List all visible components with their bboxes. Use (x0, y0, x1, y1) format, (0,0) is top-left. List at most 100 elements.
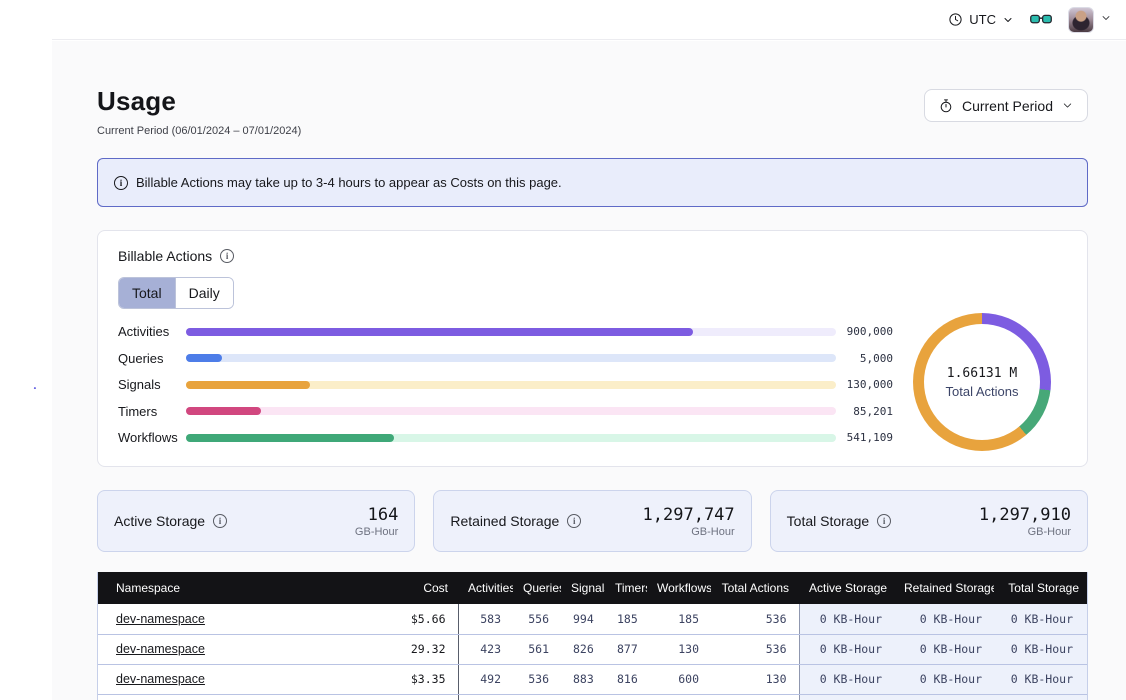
billing-card-button[interactable] (12, 251, 52, 277)
bar-track (186, 354, 836, 362)
tab-daily[interactable]: Daily (175, 278, 233, 308)
layers-button[interactable] (12, 124, 52, 150)
storage-card-value: 1,297,910 (979, 505, 1071, 525)
chevron-down-icon (1002, 14, 1014, 26)
storage-card-value: 164 (355, 505, 398, 525)
sidebar-group-help (12, 322, 52, 404)
collapse-chevron-button[interactable] (12, 40, 52, 66)
table-cell: 0 KB-Hour (799, 604, 894, 634)
gauge-icon (23, 227, 41, 245)
docs-icon (24, 355, 41, 372)
table-cell: 816 (605, 664, 647, 694)
glasses-icon[interactable] (1030, 13, 1052, 27)
bar-value: 900,000 (836, 325, 893, 338)
info-icon: i (114, 176, 128, 190)
layers-icon (24, 129, 41, 146)
table-row: dev-namespace$3.354925368838166001300 KB… (98, 664, 1088, 694)
gear-button[interactable] (12, 279, 52, 305)
table-cell (994, 694, 1088, 700)
lifebuoy-button[interactable] (12, 322, 52, 348)
column-header: Cost (383, 572, 458, 604)
storage-card-label: Active Storage (114, 513, 205, 529)
bar-row: Timers85,201 (118, 407, 893, 416)
table-cell: 536 (711, 634, 799, 664)
info-icon[interactable]: i (220, 249, 234, 263)
namespace-cell (98, 694, 383, 700)
table-cell: 877 (605, 634, 647, 664)
table-cell: 130 (647, 634, 711, 664)
bar-track (186, 434, 836, 442)
table-cell: 536 (513, 664, 561, 694)
gear-icon (23, 283, 41, 301)
namespace-cell: dev-namespace (98, 664, 383, 694)
bar-row: Queries5,000 (118, 354, 893, 363)
cube-button[interactable] (12, 152, 52, 178)
flask-icon (24, 601, 41, 618)
billable-actions-card: Billable Actions i TotalDaily Activities… (97, 230, 1088, 467)
info-icon[interactable]: i (567, 514, 581, 528)
history-button[interactable] (12, 96, 52, 122)
table-cell: 0 KB-Hour (894, 664, 994, 694)
bar-fill (186, 381, 310, 389)
page-title: Usage (97, 86, 176, 117)
table-cell: 185 (647, 604, 711, 634)
temporal-logo[interactable]: ✥ (12, 6, 52, 40)
bar-value: 85,201 (836, 405, 893, 418)
sun-button[interactable] (12, 626, 52, 652)
table-cell (894, 694, 994, 700)
table-row: dev-namespace29.324235618268771305360 KB… (98, 634, 1088, 664)
eye-button[interactable] (12, 68, 52, 94)
table-cell (605, 694, 647, 700)
asterisk-icon (24, 185, 41, 202)
bar-fill (186, 354, 222, 362)
info-banner-text: Billable Actions may take up to 3-4 hour… (136, 175, 562, 190)
sun-icon (24, 631, 41, 648)
sidebar-divider (12, 313, 52, 314)
lifebuoy-icon (23, 326, 41, 344)
docs-button[interactable] (12, 350, 52, 376)
dollar-coin-button[interactable]: $ (17, 656, 47, 686)
storage-cards-row: Active Storagei164GB-HourRetained Storag… (97, 490, 1088, 552)
table-row: dev-namespace$5.665835569941851855360 KB… (98, 604, 1088, 634)
asterisk-button[interactable] (12, 180, 52, 206)
bar-fill (186, 434, 394, 442)
bar-track (186, 381, 836, 389)
storage-card: Total Storagei1,297,910GB-Hour (770, 490, 1088, 552)
bar-label: Activities (118, 324, 186, 339)
billable-bars-chart: Activities900,000Queries5,000Signals130,… (118, 327, 893, 442)
cube-icon (24, 157, 41, 174)
table-cell: $5.66 (383, 604, 458, 634)
column-header: Workflows (647, 572, 711, 604)
table-cell: 0 KB-Hour (894, 604, 994, 634)
info-icon[interactable]: i (877, 514, 891, 528)
namespace-link[interactable]: dev-namespace (116, 672, 205, 686)
namespace-link[interactable]: dev-namespace (116, 642, 205, 656)
tab-total[interactable]: Total (119, 278, 175, 308)
gauge-button[interactable] (12, 223, 52, 249)
info-banner: i Billable Actions may take up to 3-4 ho… (97, 158, 1088, 207)
rocket-button[interactable] (12, 378, 52, 404)
column-header: Total Actions (711, 572, 799, 604)
user-menu[interactable] (1068, 7, 1112, 33)
column-header: Total Storage (994, 572, 1088, 604)
namespace-cell: dev-namespace (98, 634, 383, 664)
table-cell (799, 694, 894, 700)
namespace-link[interactable]: dev-namespace (116, 612, 205, 626)
flask-button[interactable] (12, 596, 52, 622)
donut-total-value: 1.66131 M (947, 366, 1017, 381)
table-cell: 130 (711, 664, 799, 694)
sidebar-group-top (12, 40, 52, 206)
info-icon[interactable]: i (213, 514, 227, 528)
usage-table: NamespaceCostActivitiesQueriesSignalsTim… (98, 572, 1088, 700)
period-dropdown-button[interactable]: Current Period (924, 89, 1088, 122)
table-cell (711, 694, 799, 700)
bar-row: Activities 900,000 (118, 327, 893, 336)
table-cell: 0 KB-Hour (894, 634, 994, 664)
total-actions-donut: 1.66131 M Total Actions (913, 313, 1051, 451)
timezone-selector[interactable]: UTC (948, 12, 1014, 27)
bar-fill (186, 328, 693, 336)
bar-label: Signals (118, 377, 186, 392)
usage-table-wrap: NamespaceCostActivitiesQueriesSignalsTim… (97, 572, 1088, 700)
table-cell: 600 (647, 664, 711, 694)
table-cell (458, 694, 513, 700)
